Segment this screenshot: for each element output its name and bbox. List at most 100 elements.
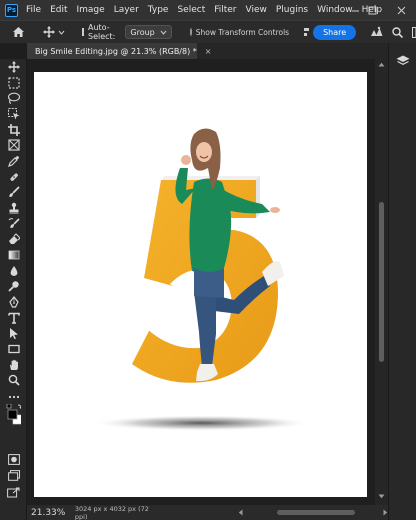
- move-tool[interactable]: [6, 60, 21, 73]
- quick-mask-mode[interactable]: [6, 453, 21, 466]
- eyedropper-tool[interactable]: [6, 154, 21, 167]
- document-tab-bar: Big Smile Editing.jpg @ 21.3% (RGB/8) * …: [27, 43, 388, 59]
- object-selection-tool[interactable]: [6, 107, 21, 120]
- contextual-taskbar-icon: [371, 26, 383, 36]
- brush-tool[interactable]: [6, 185, 21, 198]
- auto-select-checkbox[interactable]: [82, 28, 84, 36]
- share-button[interactable]: Share: [313, 24, 357, 40]
- chevron-down-icon: [160, 30, 167, 35]
- document-tab-title: Big Smile Editing.jpg @ 21.3% (RGB/8) *: [35, 46, 197, 56]
- type-icon: [7, 312, 20, 324]
- show-transform-controls-label: Show Transform Controls: [195, 27, 290, 37]
- eraser-tool[interactable]: [6, 232, 21, 245]
- search-button[interactable]: [392, 26, 404, 38]
- blur-tool[interactable]: [6, 264, 21, 277]
- scroll-up-icon[interactable]: [378, 62, 385, 67]
- hand-icon: [9, 359, 18, 370]
- brush-icon: [8, 185, 20, 197]
- menu-filter[interactable]: Filter: [214, 5, 236, 15]
- hand-tool[interactable]: [6, 358, 21, 371]
- screen-mode[interactable]: [6, 469, 21, 482]
- layers-panel-button[interactable]: [396, 55, 410, 70]
- menu-view[interactable]: View: [246, 5, 267, 15]
- menu-type[interactable]: Type: [148, 5, 169, 15]
- more-tools[interactable]: [6, 390, 21, 403]
- history-brush-icon: [8, 217, 20, 228]
- restore-icon: [368, 6, 376, 14]
- layers-icon: [396, 55, 410, 65]
- menu-edit[interactable]: Edit: [50, 5, 67, 15]
- document-canvas[interactable]: [34, 72, 367, 497]
- blur-drop-icon: [10, 265, 17, 276]
- zoom-tool[interactable]: [6, 373, 21, 386]
- status-bar: 21.33% 3024 px x 4032 px (72 ppi): [27, 505, 388, 520]
- dodge-tool[interactable]: [6, 279, 21, 292]
- crop-tool[interactable]: [6, 123, 21, 136]
- pen-icon: [8, 295, 19, 308]
- history-brush-tool[interactable]: [6, 217, 21, 230]
- document-info[interactable]: 3024 px x 4032 px (72 ppi): [75, 505, 159, 520]
- vertical-scroll-thumb[interactable]: [379, 202, 384, 362]
- crop-icon: [7, 123, 20, 136]
- restore-button[interactable]: [359, 0, 385, 20]
- foreground-background-colors[interactable]: [6, 404, 21, 426]
- color-swatches-icon: [6, 404, 21, 425]
- zoom-level-field[interactable]: 21.33%: [31, 508, 69, 518]
- photoshop-logo: Ps: [5, 3, 18, 17]
- stamp-icon: [9, 202, 18, 213]
- marquee-icon: [7, 76, 20, 89]
- home-icon: [13, 27, 24, 37]
- auto-select-target-dropdown[interactable]: Group: [125, 25, 172, 39]
- artboard-tool[interactable]: [6, 76, 21, 89]
- menu-image[interactable]: Image: [77, 5, 105, 15]
- dodge-icon: [7, 280, 19, 292]
- workspace-icon: [412, 26, 416, 38]
- spot-healing-brush-tool[interactable]: [6, 170, 21, 183]
- align-icon: [304, 28, 310, 36]
- move-icon: [43, 26, 55, 38]
- align-options-button[interactable]: [304, 27, 310, 37]
- path-selection-tool[interactable]: [6, 326, 21, 339]
- canvas-image: [92, 128, 312, 431]
- canvas-area[interactable]: [27, 59, 375, 505]
- search-icon: [392, 26, 404, 38]
- scroll-down-icon[interactable]: [378, 494, 385, 499]
- panel-dock: [388, 43, 416, 520]
- home-button[interactable]: [12, 26, 25, 38]
- menu-layer[interactable]: Layer: [114, 5, 139, 15]
- share-for-review[interactable]: [6, 486, 21, 499]
- frame-icon: [7, 138, 20, 151]
- close-window-button[interactable]: [388, 0, 414, 20]
- object-selection-icon: [7, 107, 19, 119]
- frame-tool[interactable]: [6, 138, 21, 151]
- zoom-icon: [8, 374, 20, 386]
- document-tab[interactable]: Big Smile Editing.jpg @ 21.3% (RGB/8) * …: [27, 43, 211, 59]
- show-transform-controls-checkbox[interactable]: [189, 28, 192, 36]
- healing-brush-icon: [9, 172, 18, 181]
- eyedropper-icon: [7, 155, 19, 167]
- move-tool-preset-button[interactable]: [43, 26, 55, 38]
- vertical-scrollbar[interactable]: [375, 59, 388, 505]
- type-tool[interactable]: [6, 311, 21, 324]
- auto-select-label: Auto-Select:: [88, 23, 116, 41]
- menu-select[interactable]: Select: [177, 5, 205, 15]
- workspace-button[interactable]: [412, 26, 416, 38]
- quick-mask-icon: [7, 454, 20, 465]
- lasso-tool[interactable]: [6, 91, 21, 104]
- extras-button[interactable]: [370, 26, 383, 38]
- scroll-left-icon[interactable]: [238, 509, 243, 516]
- close-tab-icon[interactable]: ×: [205, 47, 212, 56]
- clone-stamp-tool[interactable]: [6, 201, 21, 214]
- rectangle-tool[interactable]: [6, 342, 21, 355]
- gradient-tool[interactable]: [6, 248, 21, 261]
- screen-mode-icon: [7, 470, 20, 481]
- chevron-down-icon[interactable]: [58, 30, 65, 35]
- options-bar: Auto-Select: Group Show Transform Contro…: [0, 20, 416, 43]
- horizontal-scroll-thumb[interactable]: [276, 510, 355, 515]
- lasso-icon: [7, 92, 20, 104]
- pen-tool[interactable]: [6, 295, 21, 308]
- horizontal-scrollbar[interactable]: [247, 509, 380, 516]
- menu-file[interactable]: File: [26, 5, 41, 15]
- scroll-right-icon[interactable]: [383, 509, 388, 516]
- menu-plugins[interactable]: Plugins: [276, 5, 308, 15]
